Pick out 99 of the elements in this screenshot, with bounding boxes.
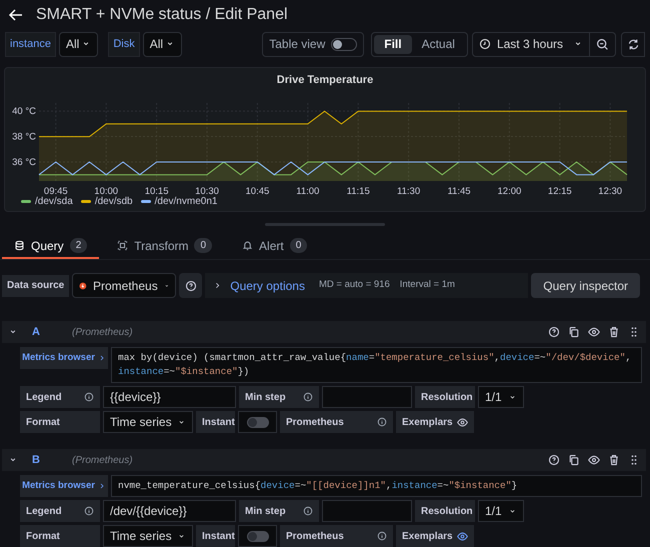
datasource-label: Data source	[2, 274, 70, 296]
help-icon[interactable]	[548, 454, 560, 466]
query-ref: B	[32, 452, 41, 468]
metrics-browser-button[interactable]: Metrics browser	[20, 475, 108, 497]
count-badge: 0	[194, 238, 212, 253]
min-step-input[interactable]	[322, 500, 412, 522]
x-tick-label: 10:45	[246, 186, 270, 194]
field-label: Legend	[20, 386, 100, 408]
chevron-right-icon	[98, 482, 106, 490]
datasource-name: (Prometheus)	[72, 454, 133, 468]
x-tick-label: 10:15	[144, 186, 168, 194]
chevron-right-icon	[98, 354, 106, 362]
field-label: Resolution	[415, 500, 475, 522]
field-label: Format	[20, 525, 100, 547]
field-label: Min step	[239, 386, 319, 408]
min-step-input[interactable]	[322, 386, 412, 408]
info-icon	[303, 506, 313, 516]
legend-label: /dev/sdb	[94, 194, 133, 208]
transform-icon	[117, 240, 128, 251]
resolution-dropdown[interactable]: 1/1	[478, 386, 524, 408]
back-arrow-icon[interactable]	[8, 7, 24, 23]
count-badge: 2	[70, 238, 88, 253]
help-icon	[184, 280, 197, 292]
legend-input[interactable]: /dev/{{device}}	[103, 500, 236, 522]
x-tick-label: 09:45	[44, 186, 68, 194]
x-tick-label: 11:45	[447, 186, 471, 194]
max-data-points-text: MD = auto = 916	[318, 278, 390, 292]
field-label: Prometheus	[280, 411, 393, 433]
info-icon	[377, 531, 387, 541]
datasource-picker[interactable]: Prometheus	[72, 273, 176, 298]
clock-icon	[478, 38, 491, 50]
table-view-toggle[interactable]: Table view	[262, 32, 364, 56]
duplicate-icon[interactable]	[568, 326, 580, 338]
x-tick-label: 11:30	[397, 186, 420, 194]
time-range-picker[interactable]: Last 3 hours	[472, 32, 590, 56]
chart-title: Drive Temperature	[276, 73, 374, 88]
datasource-name: (Prometheus)	[72, 326, 133, 340]
interval-text: Interval = 1m	[400, 278, 455, 292]
size-mode-button[interactable]: Fill	[374, 34, 412, 54]
duplicate-icon[interactable]	[568, 454, 580, 466]
instant-toggle[interactable]	[246, 530, 268, 542]
query-inspector-button[interactable]: Query inspector	[531, 273, 640, 298]
format-dropdown[interactable]: Time series	[103, 411, 193, 433]
bell-icon	[242, 240, 254, 251]
panel-tab[interactable]: Transform 0	[105, 234, 224, 259]
variable-label: instance	[5, 32, 56, 56]
variable-label: Disk	[108, 32, 140, 56]
variable-dropdown[interactable]: All	[142, 32, 182, 56]
field-label: Min step	[239, 500, 319, 522]
y-tick-label: 40 °C	[12, 106, 36, 117]
field-label: Instant	[196, 411, 235, 433]
y-tick-label: 38 °C	[12, 131, 36, 142]
exemplars-toggle[interactable]: Exemplars	[396, 411, 474, 433]
instant-toggle[interactable]	[246, 416, 268, 428]
field-label: Format	[20, 411, 100, 433]
eye-icon[interactable]	[588, 454, 600, 466]
zoom-out-icon	[596, 38, 609, 50]
metrics-browser-button[interactable]: Metrics browser	[20, 347, 108, 369]
help-button[interactable]	[179, 273, 202, 298]
format-dropdown[interactable]: Time series	[103, 525, 193, 547]
x-tick-label: 11:00	[296, 186, 320, 194]
x-tick-label: 10:30	[195, 186, 219, 194]
page-title: SMART + NVMe status / Edit Panel	[36, 5, 288, 25]
size-mode-button[interactable]: Actual	[412, 34, 465, 54]
info-icon	[377, 417, 387, 427]
field-label: Instant	[196, 525, 235, 547]
panel-tab[interactable]: Alert 0	[230, 234, 320, 259]
field-label: Legend	[20, 500, 100, 522]
field-label: Prometheus	[280, 525, 393, 547]
info-icon	[84, 392, 94, 402]
exemplars-toggle[interactable]: Exemplars	[396, 525, 474, 547]
zoom-out-button[interactable]	[590, 32, 616, 56]
query-editor[interactable]: max by(device) (smartmon_attr_raw_value{name="temperature_celsius",device=~"/dev/$device", instance=~"$instance"})	[111, 347, 642, 383]
legend-label: /dev/nvme0n1	[154, 194, 218, 208]
delete-icon[interactable]	[608, 326, 620, 338]
y-tick-label: 36 °C	[12, 156, 36, 168]
query-ref: A	[32, 324, 41, 340]
query-options-toggle[interactable]: Query options	[213, 276, 305, 294]
info-icon	[303, 392, 313, 402]
legend-input[interactable]: {{device}}	[103, 386, 236, 408]
x-tick-label: 12:30	[598, 186, 622, 194]
legend-label: /dev/sda	[35, 194, 73, 208]
field-label: Resolution	[415, 386, 475, 408]
refresh-button[interactable]	[621, 32, 645, 56]
eye-icon[interactable]	[588, 326, 600, 338]
resolution-dropdown[interactable]: 1/1	[478, 500, 524, 522]
query-editor[interactable]: nvme_temperature_celsius{device=~"[[device]]n1",instance=~"$instance"}	[111, 475, 642, 497]
info-icon	[84, 506, 94, 516]
variable-dropdown[interactable]: All	[58, 32, 98, 56]
x-tick-label: 10:00	[94, 186, 118, 194]
database-icon	[14, 240, 25, 251]
x-tick-label: 12:00	[498, 186, 522, 194]
delete-icon[interactable]	[608, 454, 620, 466]
count-badge: 0	[290, 238, 308, 253]
panel-tab[interactable]: Query 2	[2, 234, 100, 259]
help-icon[interactable]	[548, 326, 560, 338]
x-tick-label: 11:15	[346, 186, 370, 194]
x-tick-label: 12:15	[548, 186, 572, 194]
refresh-icon	[626, 38, 640, 50]
